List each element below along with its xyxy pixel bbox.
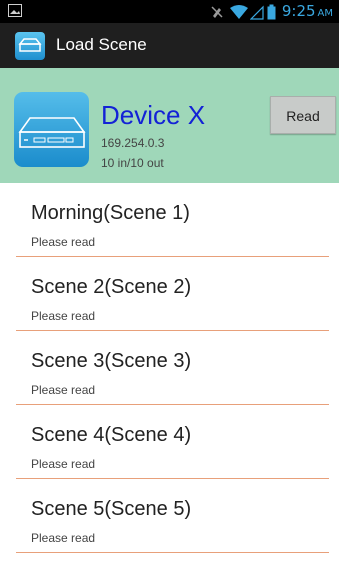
scene-item-4[interactable]: Scene 4(Scene 4) Please read (0, 405, 339, 479)
signal-icon (249, 5, 264, 20)
scene-title: Morning(Scene 1) (31, 202, 190, 224)
read-button[interactable]: Read (270, 96, 336, 134)
device-name: Device X (101, 100, 206, 130)
mute-icon (211, 6, 223, 18)
scene-status: Please read (31, 309, 96, 323)
scene-status: Please read (31, 235, 96, 249)
scene-item-3[interactable]: Scene 3(Scene 3) Please read (0, 331, 339, 405)
device-ip: 169.254.0.3 (101, 136, 165, 150)
device-panel: Device X 169.254.0.3 10 in/10 out Read (0, 68, 339, 183)
scene-status: Please read (31, 531, 96, 545)
battery-icon (267, 4, 276, 20)
scene-title: Scene 4(Scene 4) (31, 424, 192, 446)
device-icon (18, 38, 42, 52)
app-device-icon[interactable] (15, 32, 45, 60)
device-io: 10 in/10 out (101, 156, 164, 170)
device-icon (14, 92, 89, 167)
scene-title: Scene 2(Scene 2) (31, 276, 192, 298)
scene-status: Please read (31, 383, 96, 397)
divider (16, 552, 329, 553)
status-icons: 9:25 AM (209, 2, 333, 22)
clock-time: 9:25 (281, 1, 316, 20)
action-bar: Load Scene (0, 23, 339, 68)
wifi-icon (229, 5, 248, 19)
page-title: Load Scene (56, 35, 147, 54)
scene-item-2[interactable]: Scene 2(Scene 2) Please read (0, 257, 339, 331)
scene-item-1[interactable]: Morning(Scene 1) Please read (0, 183, 339, 257)
clock: 9:25 AM (282, 1, 333, 24)
image-icon (8, 4, 22, 17)
scene-title: Scene 5(Scene 5) (31, 498, 192, 520)
scene-item-5[interactable]: Scene 5(Scene 5) Please read (0, 479, 339, 553)
status-bar: 9:25 AM (0, 0, 339, 23)
scene-title: Scene 3(Scene 3) (31, 350, 192, 372)
scene-status: Please read (31, 457, 96, 471)
clock-ampm: AM (317, 7, 333, 19)
